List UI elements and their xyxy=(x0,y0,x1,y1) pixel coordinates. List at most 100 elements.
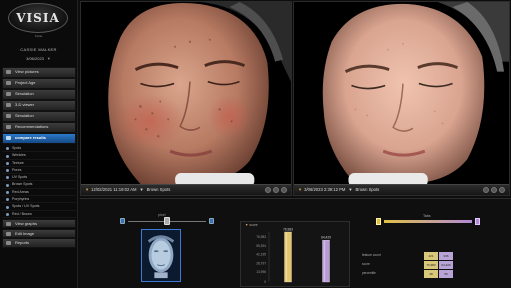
sidebar-item-label: View graphs xyxy=(15,220,37,226)
submenu-item-porphyrins[interactable]: Porphyrins xyxy=(2,196,76,204)
stat-label: percentile xyxy=(362,271,376,275)
bullet-icon xyxy=(6,147,9,151)
bullet-icon xyxy=(6,154,9,158)
slider-left-button[interactable] xyxy=(120,218,125,224)
sidebar-nav: View pictures Project Age Simulation 3-D… xyxy=(2,67,76,248)
sidebar-item-label: Project Age xyxy=(15,79,36,85)
sidebar-item-project-age[interactable]: Project Age xyxy=(2,77,76,89)
submenu-item-uv-spots[interactable]: UV Spots xyxy=(2,174,76,182)
caption-arrow-icon[interactable]: ▼ xyxy=(85,187,89,192)
compare-submenu: Spots Wrinkles Texture Pores UV Spots Br… xyxy=(2,145,76,218)
sidebar-item-view-pictures[interactable]: View pictures xyxy=(2,67,76,78)
stat-label: score xyxy=(362,262,370,266)
analysis-area: pixel ▼ score 0 13,996 28,797 42,195 55,394 7… xyxy=(80,198,511,288)
submenu-item-label: UV Spots xyxy=(12,175,28,180)
bullet-icon xyxy=(6,169,9,173)
pixel-slider[interactable] xyxy=(120,217,214,225)
sidebar-item-view-graphs[interactable]: View graphs xyxy=(2,218,76,229)
list-icon xyxy=(6,124,11,129)
stat-value-second: 64,429 xyxy=(439,260,453,269)
sidebar-item-edit-image[interactable]: Edit Image xyxy=(2,228,76,239)
slider-right-button[interactable] xyxy=(209,218,214,224)
submenu-item-label: Red / Brown xyxy=(12,211,32,216)
sidebar-item-compare-results[interactable]: compare results xyxy=(2,132,76,144)
sidebar-bottom: View graphs Edit Image Reports xyxy=(2,218,76,248)
submenu-item-red-areas[interactable]: Red Areas xyxy=(2,189,76,196)
right-panel-caption: ▼ 3/06/2023 2:39:12 PM ▼ Brown Spots xyxy=(294,184,509,195)
submenu-item-label: Porphyrins xyxy=(12,196,30,201)
info-icon[interactable] xyxy=(265,187,271,193)
submenu-item-wrinkles[interactable]: Wrinkles xyxy=(2,152,76,160)
face-icon xyxy=(6,80,11,85)
submenu-item-red-brown[interactable]: Red / Brown xyxy=(2,211,76,218)
sidebar-item-simulation[interactable]: Simulation xyxy=(2,88,76,100)
left-image-panel[interactable]: ▼ 12/02/2021 11:19:02 AM ▼ Brown Spots xyxy=(80,1,292,196)
y-tick-label: 55,394 xyxy=(256,244,266,248)
blend-right-handle[interactable] xyxy=(475,218,480,225)
caption-arrow-icon[interactable]: ▼ xyxy=(348,187,352,192)
submenu-item-spots[interactable]: Spots xyxy=(2,145,76,153)
sidebar-item-recommendations[interactable]: Recommendations xyxy=(2,121,76,133)
right-face-image[interactable] xyxy=(294,2,509,184)
cube-icon xyxy=(6,102,11,107)
simulation-icon xyxy=(6,91,11,96)
sidebar-item-label: Reports xyxy=(15,240,30,246)
left-panel-mode[interactable]: Brown Spots xyxy=(147,187,171,192)
left-panel-caption: ▼ 12/02/2021 11:19:02 AM ▼ Brown Spots xyxy=(81,184,291,195)
submenu-item-label: Red Areas xyxy=(12,189,29,194)
simulation-icon xyxy=(6,113,11,118)
stat-row: feature count 421 336 xyxy=(362,251,470,260)
blend-track[interactable] xyxy=(384,220,472,223)
info-icon[interactable] xyxy=(483,187,489,193)
bullet-icon xyxy=(6,198,9,202)
sidebar-item-label: View pictures xyxy=(15,69,39,74)
patient-date-value: 3/06/2023 xyxy=(26,56,44,61)
bullet-icon xyxy=(6,191,9,195)
score-chart-svg: 0 13,996 28,797 42,195 55,394 76,983 76,983 64,… xyxy=(256,228,331,285)
right-panel-date[interactable]: 3/06/2023 2:39:12 PM xyxy=(304,187,345,192)
stat-row: percentile 48 56 xyxy=(362,269,470,278)
chart-bar-highlight xyxy=(285,233,288,281)
blend-left-handle[interactable] xyxy=(376,218,381,225)
logo-subtitle: Smile xyxy=(34,34,43,38)
face-map-thumbnail[interactable] xyxy=(141,229,181,282)
right-panel-mode[interactable]: Brown Spots xyxy=(356,187,380,192)
close-icon[interactable] xyxy=(499,187,505,193)
submenu-item-brown-spots[interactable]: Brown Spots xyxy=(2,181,76,189)
caption-arrow-icon[interactable]: ▼ xyxy=(298,187,302,192)
bar-data-label: 64,429 xyxy=(321,236,331,240)
submenu-item-label: Pores xyxy=(12,167,22,172)
left-panel-date[interactable]: 12/02/2021 11:19:02 AM xyxy=(91,187,136,192)
sidebar-item-label: compare results xyxy=(15,134,46,140)
stat-value-first: 76,983 xyxy=(424,260,438,269)
y-tick-label: 42,195 xyxy=(256,253,266,257)
submenu-item-label: Spots xyxy=(12,145,22,150)
submenu-item-spots-uv[interactable]: Spots / UV Spots xyxy=(2,203,76,211)
image-blend-slider[interactable] xyxy=(376,218,480,225)
sidebar-item-label: Recommendations xyxy=(15,123,49,129)
sidebar-item-simulation-2[interactable]: Simulation xyxy=(2,110,76,122)
y-tick-label: 28,797 xyxy=(256,261,266,265)
settings-icon[interactable] xyxy=(273,187,279,193)
sidebar-item-label: Simulation xyxy=(15,112,34,118)
bullet-icon xyxy=(6,176,9,180)
close-icon[interactable] xyxy=(281,187,287,193)
submenu-item-pores[interactable]: Pores xyxy=(2,167,76,175)
sidebar-item-reports[interactable]: Reports xyxy=(2,238,76,248)
right-image-panel[interactable]: ▼ 3/06/2023 2:39:12 PM ▼ Brown Spots xyxy=(293,1,510,196)
submenu-item-texture[interactable]: Texture xyxy=(2,160,76,167)
edit-icon xyxy=(6,231,11,236)
caption-arrow-icon[interactable]: ▼ xyxy=(139,187,143,192)
sidebar-item-3d-viewer[interactable]: 3-D viewer xyxy=(2,99,76,111)
patient-date-select[interactable]: 3/06/2023 ▼ xyxy=(0,56,77,61)
chart-bar[interactable] xyxy=(322,240,330,283)
graph-icon xyxy=(6,221,11,226)
camera-icon xyxy=(6,70,11,74)
settings-icon[interactable] xyxy=(491,187,497,193)
chart-bar[interactable] xyxy=(284,231,292,283)
sidebar: VISIA Smile CASSIE WALKER 3/06/2023 ▼ Vie… xyxy=(0,0,78,288)
left-face-image[interactable] xyxy=(81,2,291,184)
visia-app: VISIA Smile CASSIE WALKER 3/06/2023 ▼ Vie… xyxy=(0,0,511,288)
sidebar-item-label: Simulation xyxy=(15,90,34,96)
slider-thumb[interactable] xyxy=(164,217,170,225)
